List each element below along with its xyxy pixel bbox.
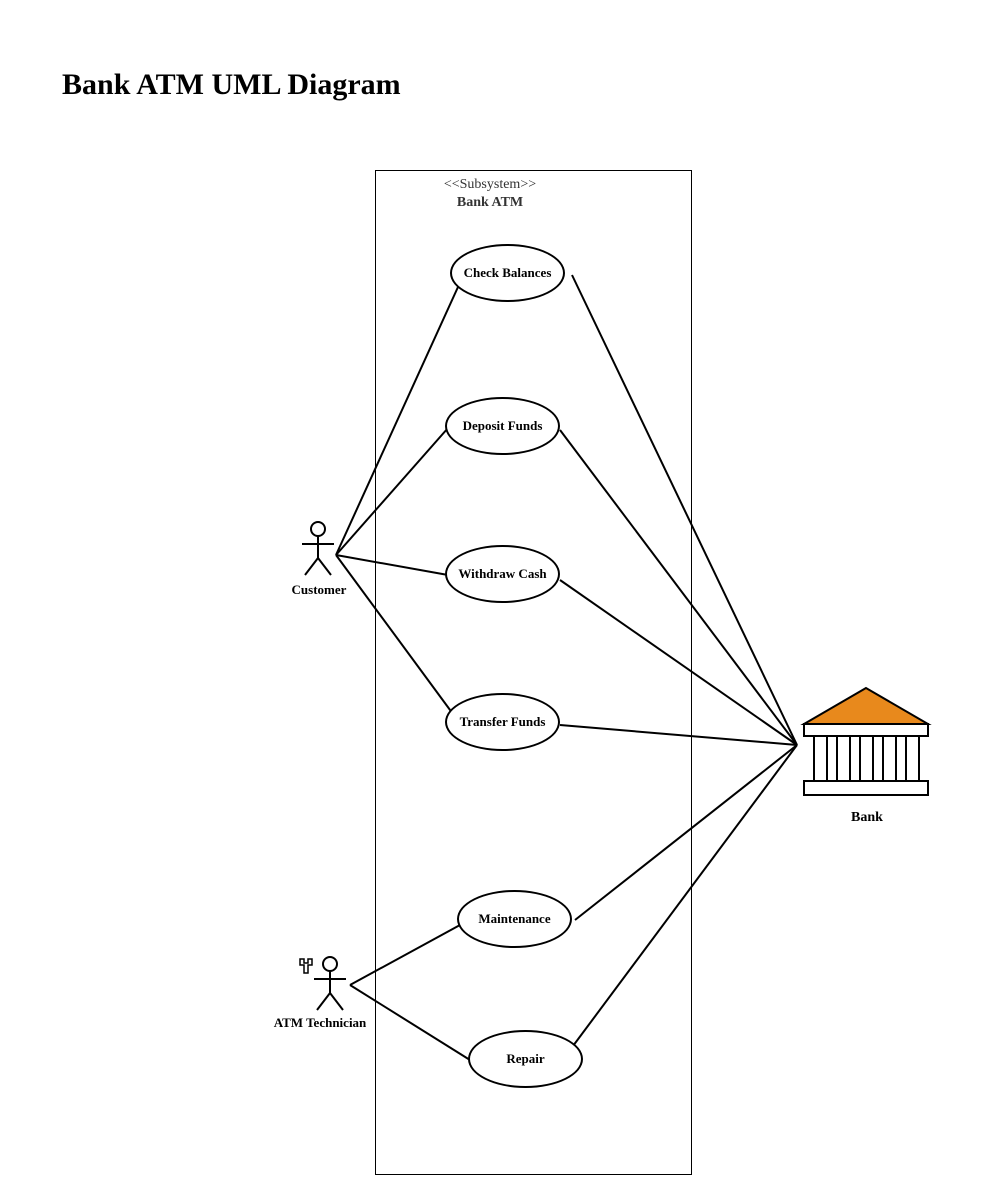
use-case-maintenance: Maintenance	[457, 890, 572, 948]
uml-diagram: <<Subsystem>> Bank ATM Check Balances De…	[0, 0, 999, 1201]
atm-technician-actor-icon	[296, 955, 351, 1015]
use-case-deposit-funds: Deposit Funds	[445, 397, 560, 455]
bank-actor-icon	[796, 686, 936, 801]
use-case-check-balances: Check Balances	[450, 244, 565, 302]
use-case-transfer-funds: Transfer Funds	[445, 693, 560, 751]
use-case-repair: Repair	[468, 1030, 583, 1088]
use-case-withdraw-cash: Withdraw Cash	[445, 545, 560, 603]
customer-actor-icon	[296, 520, 341, 580]
